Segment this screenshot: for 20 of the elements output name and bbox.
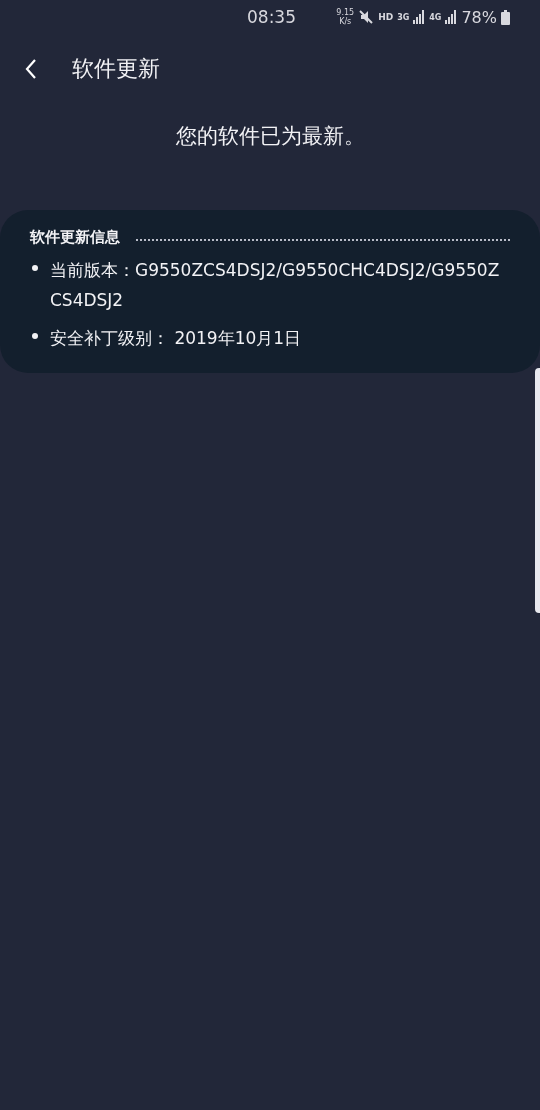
- info-text: 当前版本：G9550ZCS4DSJ2/G9550CHC4DSJ2/G9550ZCS4DSJ2: [50, 259, 501, 312]
- bullet-icon: [32, 333, 38, 339]
- status-time: 08:35: [247, 7, 296, 27]
- mute-icon: [358, 9, 375, 25]
- page-title: 软件更新: [72, 55, 160, 83]
- network-label: 3G: [397, 12, 410, 22]
- hd-label: HD: [378, 12, 394, 22]
- signal-icon: [413, 10, 426, 24]
- back-icon[interactable]: [24, 58, 38, 80]
- battery-percent: 78%: [461, 7, 497, 27]
- speed-unit: K/s: [339, 17, 352, 26]
- network-label: 4G: [429, 12, 442, 22]
- signal-icon: [445, 10, 458, 24]
- speed-value: 9.15: [336, 8, 355, 17]
- info-text: 安全补丁级别： 2019年10月1日: [50, 327, 302, 350]
- battery-icon: [501, 9, 510, 25]
- edge-handle[interactable]: [535, 368, 540, 613]
- card-title: 软件更新信息: [30, 228, 120, 247]
- bullet-icon: [32, 265, 38, 271]
- status-message: 您的软件已为最新。: [174, 123, 366, 150]
